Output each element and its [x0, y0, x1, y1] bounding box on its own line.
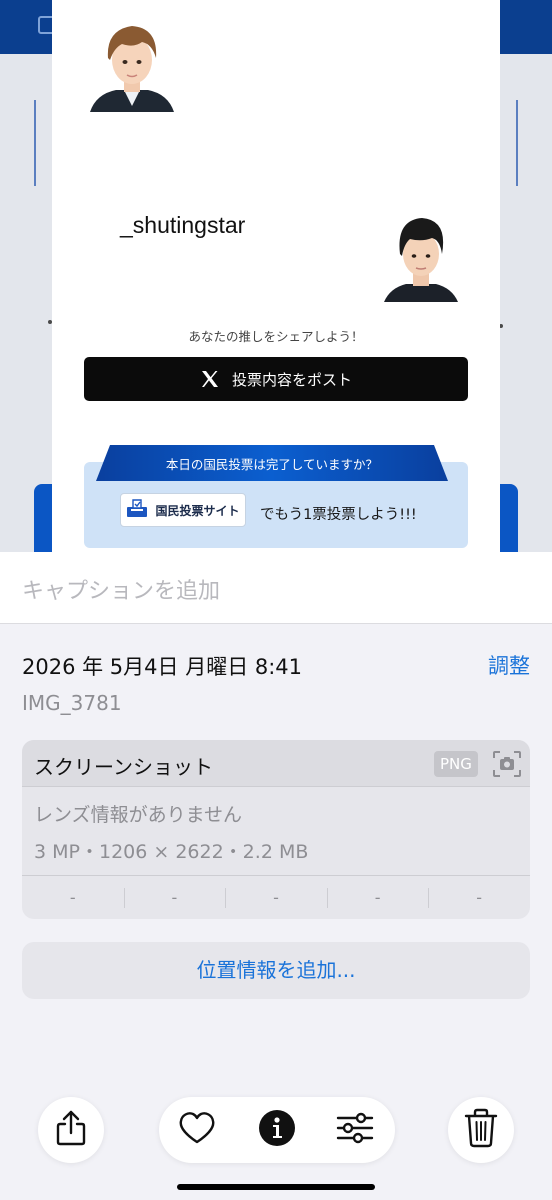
image-meta: 3 MP・1206 × 2622・2.2 MB: [34, 841, 309, 863]
exif-value: -: [225, 876, 327, 919]
vote-banner-text: 本日の国民投票は完了していますか？: [165, 457, 379, 472]
exif-row: - - - - -: [22, 875, 530, 919]
national-vote-site-button: 国民投票サイト: [120, 493, 246, 527]
share-button[interactable]: [38, 1097, 104, 1163]
x-logo-icon: [200, 369, 220, 389]
home-indicator: [177, 1184, 375, 1190]
delete-button[interactable]: [448, 1097, 514, 1163]
avatar-photo: [86, 16, 178, 112]
metadata-title: スクリーンショット: [34, 755, 213, 779]
ballot-box-icon: [126, 498, 148, 522]
exif-value: -: [326, 876, 429, 919]
trash-icon: [464, 1108, 498, 1152]
edit-button[interactable]: [335, 1110, 375, 1150]
screenshot-camera-icon: [492, 750, 522, 778]
action-group: [159, 1097, 395, 1163]
file-name: IMG_3781: [22, 691, 122, 715]
info-icon: [258, 1109, 296, 1151]
favorite-button[interactable]: [177, 1110, 217, 1150]
exif-value: -: [123, 876, 226, 919]
adjustments-icon: [335, 1110, 375, 1150]
info-button[interactable]: [257, 1110, 297, 1150]
share-prompt: あなたの推しをシェアしよう！: [188, 329, 364, 344]
caption-placeholder: キャプションを追加: [22, 579, 221, 604]
caption-field[interactable]: キャプションを追加: [0, 552, 552, 624]
lens-info: レンズ情報がありません: [34, 804, 243, 826]
format-badge: PNG: [434, 751, 478, 777]
vote-result-card: _shutingstar あなたの推しをシェアしよう！ 投票内容をポスト 本日の…: [52, 0, 500, 552]
share-icon: [54, 1109, 88, 1151]
post-vote-button: 投票内容をポスト: [84, 357, 468, 401]
photo-viewer[interactable]: _shutingstar あなたの推しをシェアしよう！ 投票内容をポスト 本日の…: [0, 0, 552, 552]
capture-datetime: 2026 年 5月4日 月曜日 8:41: [22, 655, 303, 679]
background-divider: [516, 100, 518, 186]
heart-icon: [178, 1111, 216, 1149]
vote-again-text: でもう1票投票しよう!!!: [260, 507, 417, 523]
add-location-button[interactable]: 位置情報を追加...: [22, 942, 530, 999]
metadata-header: スクリーンショット PNG: [22, 740, 530, 787]
background-divider: [34, 100, 36, 186]
exif-value: -: [428, 876, 530, 919]
site-button-label: 国民投票サイト: [155, 503, 240, 518]
post-button-label: 投票内容をポスト: [231, 370, 352, 389]
vote-banner: 本日の国民投票は完了していますか？: [96, 445, 448, 481]
avatar-photo: [382, 206, 460, 302]
adjust-button[interactable]: 調整: [488, 650, 530, 680]
username: _shutingstar: [120, 212, 246, 238]
exif-value: -: [69, 888, 76, 907]
metadata-card: スクリーンショット PNG レンズ情報がありません 3 MP・1206 × 26…: [22, 740, 530, 919]
